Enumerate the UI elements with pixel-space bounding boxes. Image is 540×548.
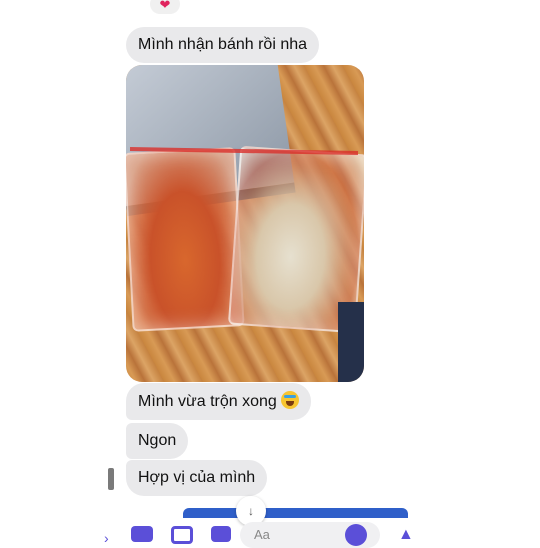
message-bubble[interactable]: Hợp vị của mình (126, 460, 268, 496)
like-icon[interactable]: ▲ (398, 526, 414, 544)
image-icon[interactable] (171, 526, 193, 544)
photo-corner (338, 302, 364, 382)
message-text: Mình vừa trộn xong (138, 393, 277, 410)
message-bubble[interactable]: Ngon (126, 423, 189, 459)
message-text: Ngon (138, 432, 177, 449)
message-bubble[interactable]: Mình vừa trộn xong (126, 383, 311, 420)
side-chip (108, 468, 114, 490)
message-composer: ↓ › Aa ▲ (0, 496, 540, 548)
heart-icon: ❤ (159, 0, 171, 12)
message-text: Mình nhận bánh rồi nha (138, 36, 308, 53)
chevron-right-icon[interactable]: › (104, 530, 114, 546)
banner-bar (183, 508, 408, 518)
sauce-bag (126, 147, 245, 332)
laughing-tears-emoji (280, 391, 299, 409)
emoji-icon[interactable] (345, 524, 367, 546)
photo-message[interactable] (126, 65, 364, 382)
message-text: Hợp vị của mình (138, 469, 256, 486)
message-bubble[interactable]: Mình nhận bánh rồi nha (126, 27, 320, 63)
heart-reaction[interactable]: ❤ (150, 0, 180, 14)
